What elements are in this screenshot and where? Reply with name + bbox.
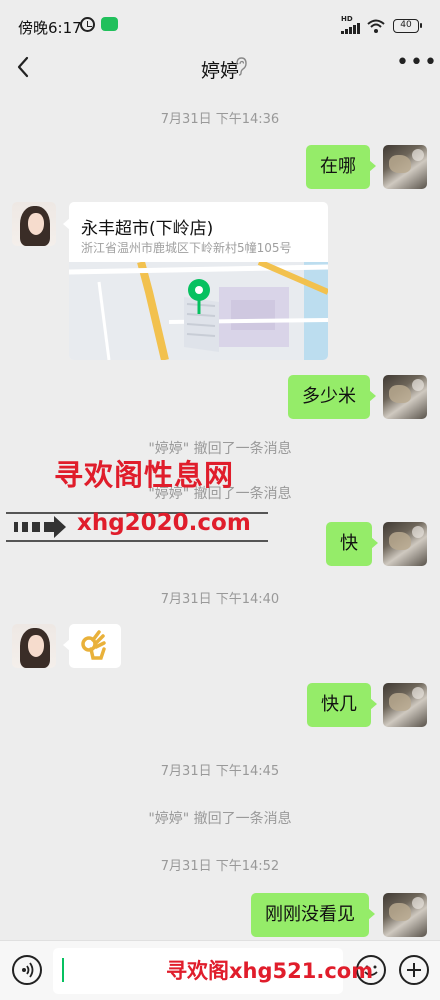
my-avatar[interactable] [383, 893, 427, 937]
contact-avatar[interactable] [12, 624, 56, 668]
message-bubble-sent[interactable]: 快 [326, 522, 378, 566]
timestamp: 7月31日 下午14:52 [160, 859, 280, 874]
alarm-icon [80, 17, 95, 32]
battery-icon: 40 [393, 19, 422, 33]
emoji-message-bubble[interactable] [63, 624, 121, 668]
my-avatar[interactable] [383, 683, 427, 727]
message-bubble-sent[interactable]: 快几 [307, 683, 377, 727]
wechat-notification-icon [101, 17, 118, 31]
recall-notice: "婷婷" 撤回了一条消息 [148, 811, 292, 827]
message-bubble-sent[interactable]: 多少米 [288, 375, 376, 419]
message-bubble-sent[interactable]: 刚刚没看见 [251, 893, 375, 937]
chat-header: 婷婷 ••• [0, 44, 440, 90]
location-card[interactable]: 永丰超市(下岭店) 浙江省温州市鹿城区下岭新村5幢105号 [69, 202, 328, 360]
watermark-url: xhg2020.com [77, 510, 251, 536]
more-functions-button[interactable] [399, 955, 429, 985]
timestamp: 7月31日 下午14:45 [160, 764, 280, 779]
contact-avatar[interactable] [12, 202, 56, 246]
message-bubble-sent[interactable]: 在哪 [306, 145, 376, 189]
watermark-title: 寻欢阁性息网 [54, 458, 235, 492]
timestamp: 7月31日 下午14:40 [160, 592, 280, 607]
my-avatar[interactable] [383, 145, 427, 189]
voice-icon [22, 962, 34, 978]
map-graphic [69, 259, 328, 360]
watermark-bottom: 寻欢阁xhg521.com [166, 959, 374, 983]
location-address: 浙江省温州市鹿城区下岭新村5幢105号 [81, 241, 292, 255]
status-time: 傍晚6:17 [18, 19, 82, 37]
timestamp: 7月31日 下午14:36 [160, 112, 280, 127]
ear-mode-icon [236, 57, 247, 76]
chat-title: 婷婷 [200, 60, 239, 82]
signal-icon [341, 23, 361, 34]
ok-hand-emoji-icon [81, 630, 106, 660]
hd-label: HD [341, 15, 353, 23]
wifi-icon [367, 19, 385, 33]
more-options-icon[interactable]: ••• [396, 52, 437, 76]
back-arrow-icon[interactable] [14, 54, 34, 80]
input-caret [62, 958, 64, 982]
status-bar: 傍晚6:17 HD 40 [0, 0, 440, 40]
my-avatar[interactable] [383, 375, 427, 419]
voice-input-button[interactable] [12, 955, 42, 985]
location-name: 永丰超市(下岭店) [81, 219, 214, 239]
my-avatar[interactable] [383, 522, 427, 566]
location-map-preview [69, 259, 328, 360]
